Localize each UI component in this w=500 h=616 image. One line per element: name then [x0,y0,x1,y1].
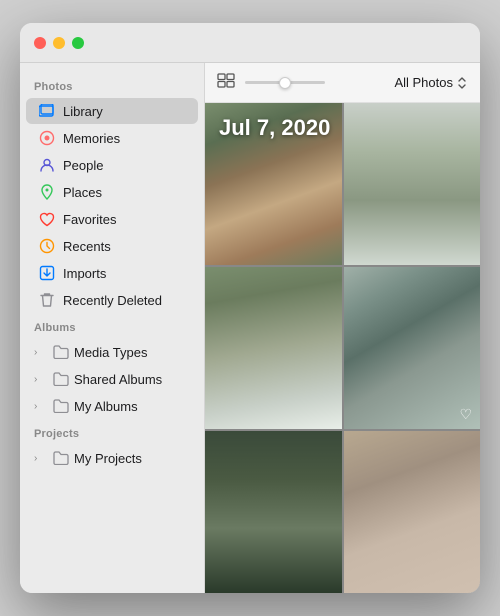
sidebar-item-recents[interactable]: Recents [26,233,198,259]
chevron-icon: › [34,347,48,358]
chevron-icon: › [34,401,48,412]
folder-icon-shared [52,370,70,388]
sidebar-item-media-types[interactable]: › Media Types [26,339,198,365]
sidebar-item-my-projects[interactable]: › My Projects [26,445,198,471]
sidebar-item-imports[interactable]: Imports [26,260,198,286]
memories-icon [38,129,56,147]
sidebar-item-people-label: People [63,158,103,173]
folder-icon-mine [52,397,70,415]
main-content: All Photos Jul 7, 2020 ♡ [205,63,480,593]
sidebar-item-memories-label: Memories [63,131,120,146]
imports-icon [38,264,56,282]
sidebar-item-memories[interactable]: Memories [26,125,198,151]
all-photos-dropdown[interactable]: All Photos [394,75,468,91]
section-photos-label: Photos [20,73,204,97]
sidebar-item-places-label: Places [63,185,102,200]
photo-cell-3[interactable] [205,267,342,429]
favorites-icon [38,210,56,228]
photo-cell-5[interactable] [205,431,342,593]
fullscreen-button[interactable] [72,37,84,49]
library-icon [38,102,56,120]
heart-icon: ♡ [459,406,472,423]
sidebar-item-places[interactable]: Places [26,179,198,205]
sidebar-item-favorites[interactable]: Favorites [26,206,198,232]
chevron-icon: › [34,453,48,464]
sidebar-item-my-albums[interactable]: › My Albums [26,393,198,419]
sidebar-item-library[interactable]: Library [26,98,198,124]
chevron-icon: › [34,374,48,385]
deleted-icon [38,291,56,309]
date-header: Jul 7, 2020 [219,115,330,141]
folder-icon-projects [52,449,70,467]
window-body: Photos Library Memories [20,63,480,593]
recents-icon [38,237,56,255]
places-icon [38,183,56,201]
sidebar-item-my-albums-label: My Albums [74,399,138,414]
sidebar-item-imports-label: Imports [63,266,106,281]
slider-thumb [279,77,291,89]
photos-grid: ♡ [205,103,480,593]
zoom-slider[interactable] [245,81,325,84]
sidebar-item-shared-albums-label: Shared Albums [74,372,162,387]
sidebar-item-media-types-label: Media Types [74,345,147,360]
sidebar-item-shared-albums[interactable]: › Shared Albums [26,366,198,392]
sidebar-item-people[interactable]: People [26,152,198,178]
all-photos-label: All Photos [394,75,453,90]
section-projects-label: Projects [20,420,204,444]
photo-cell-4[interactable]: ♡ [344,267,481,429]
minimize-button[interactable] [53,37,65,49]
folder-icon-media [52,343,70,361]
sidebar-item-recently-deleted-label: Recently Deleted [63,293,162,308]
sidebar-item-recents-label: Recents [63,239,111,254]
sidebar-item-recently-deleted[interactable]: Recently Deleted [26,287,198,313]
sidebar-item-library-label: Library [63,104,103,119]
sidebar-item-my-projects-label: My Projects [74,451,142,466]
close-button[interactable] [34,37,46,49]
app-window: Photos Library Memories [20,23,480,593]
photo-cell-2[interactable] [344,103,481,265]
photo-cell-6[interactable] [344,431,481,593]
sidebar: Photos Library Memories [20,63,205,593]
toolbar: All Photos [205,63,480,103]
sidebar-item-favorites-label: Favorites [63,212,116,227]
people-icon [38,156,56,174]
section-albums-label: Albums [20,314,204,338]
traffic-lights [34,37,84,49]
view-mode-icon[interactable] [217,73,235,93]
titlebar [20,23,480,63]
photos-grid-container: Jul 7, 2020 ♡ [205,103,480,593]
dropdown-chevrons-icon [456,75,468,91]
